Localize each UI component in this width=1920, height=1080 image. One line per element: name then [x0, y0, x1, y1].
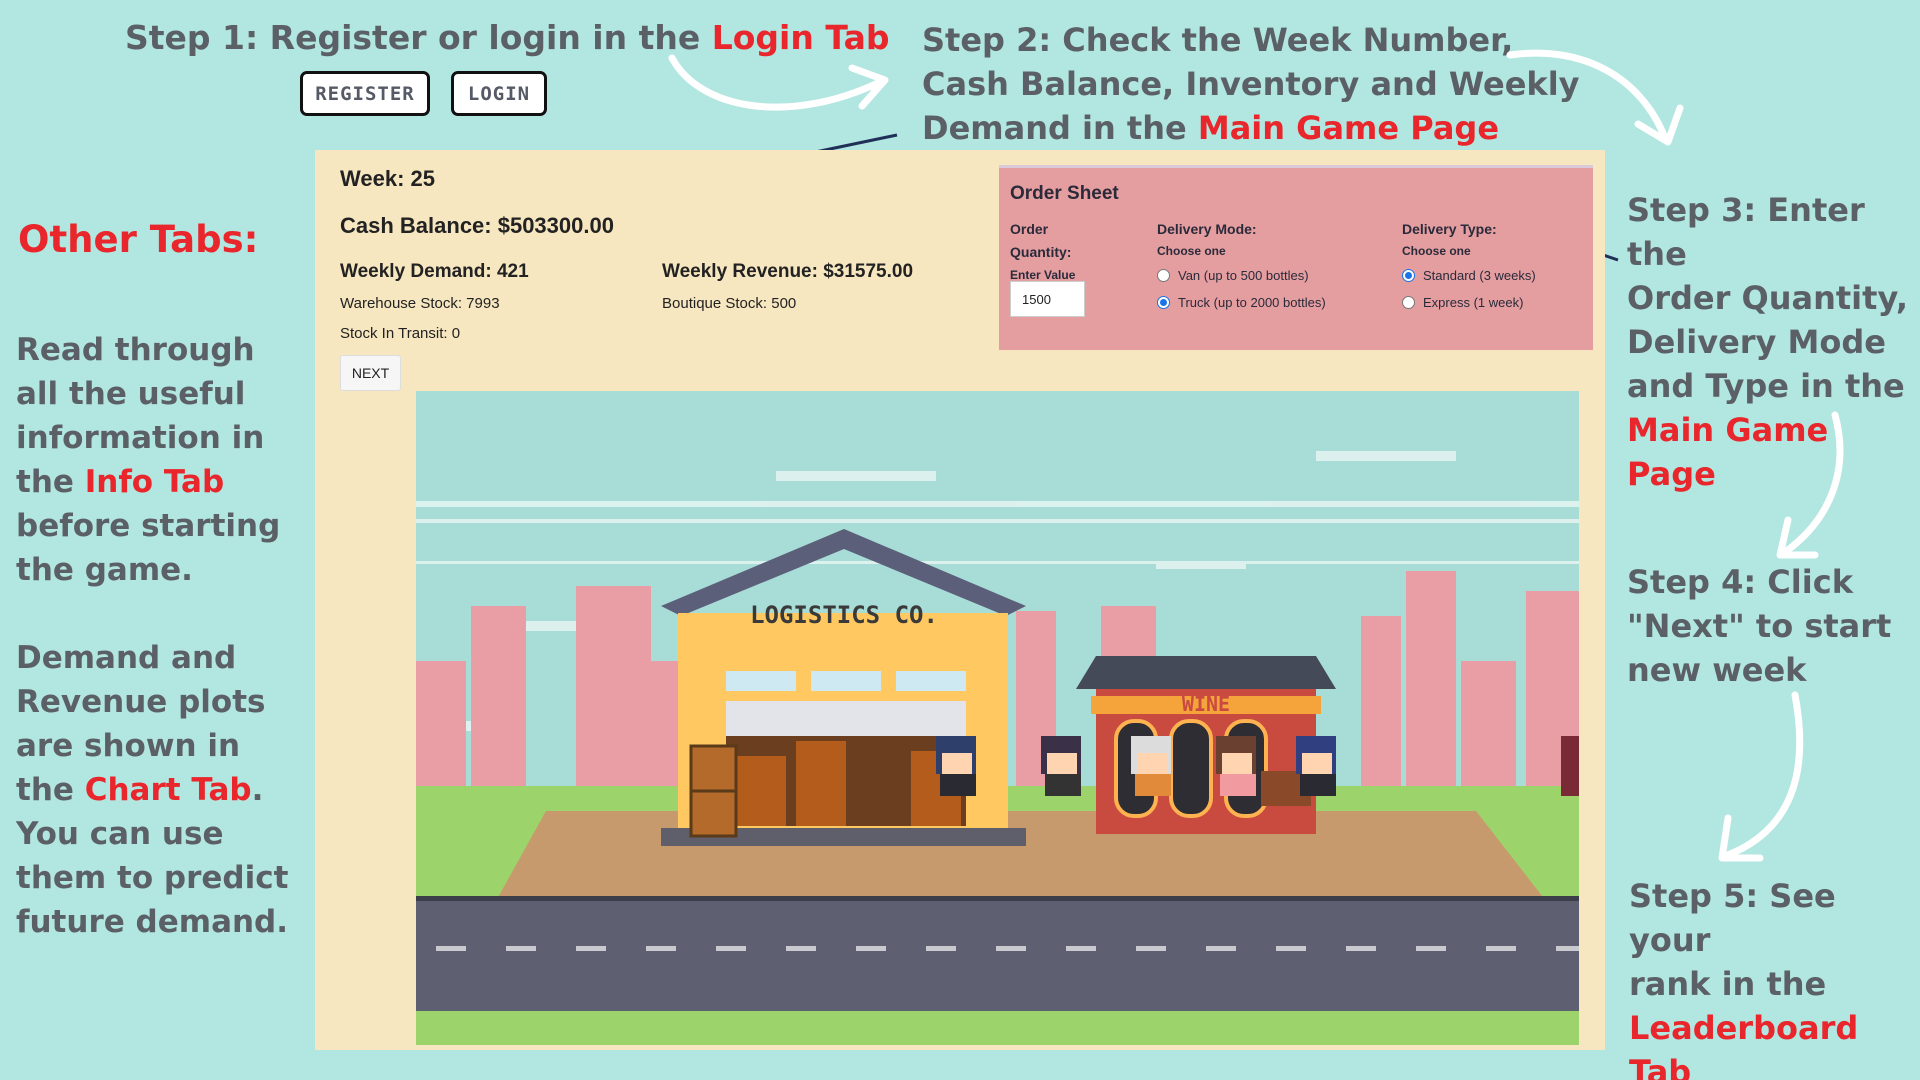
- delivery-type-express-option[interactable]: Express (1 week): [1402, 295, 1523, 310]
- step3-annotation: Step 3: Enter the Order Quantity, Delive…: [1627, 188, 1920, 496]
- step1-highlight: Login Tab: [711, 18, 890, 57]
- info-tab-paragraph: Read through all the useful information …: [16, 328, 306, 592]
- van-label: Van (up to 500 bottles): [1178, 268, 1309, 283]
- weekly-revenue: Weekly Revenue: $31575.00: [662, 261, 914, 282]
- step2-line3: Demand in the: [922, 109, 1198, 147]
- p1-text-b: before starting the game.: [16, 508, 281, 588]
- step3-line1: Step 3: Enter the: [1627, 191, 1865, 273]
- step1-annotation: Step 1: Register or login in the Login T…: [125, 18, 890, 57]
- weekly-demand: Weekly Demand: 421: [340, 261, 529, 282]
- step4-line3: new week: [1627, 651, 1807, 689]
- truck-label: Truck (up to 2000 bottles): [1178, 295, 1326, 310]
- other-tabs-title: Other Tabs:: [18, 218, 259, 261]
- curved-arrow-step1-to-step2: [668, 54, 884, 111]
- order-quantity-hint: Enter Value: [1010, 268, 1076, 282]
- road: [416, 901, 1579, 1011]
- delivery-mode-label: Delivery Mode:: [1157, 221, 1257, 237]
- wine-sign: WINE: [1182, 692, 1230, 716]
- character-1: [936, 736, 976, 796]
- step4-annotation: Step 4: Click "Next" to start new week: [1627, 560, 1891, 692]
- step3-highlight: Main Game Page: [1627, 411, 1829, 493]
- stock-in-transit: Stock In Transit: 0: [340, 325, 461, 342]
- van-radio[interactable]: [1157, 269, 1170, 282]
- delivery-mode-truck-option[interactable]: Truck (up to 2000 bottles): [1157, 295, 1326, 310]
- chart-tab-paragraph: Demand and Revenue plots are shown in th…: [16, 636, 306, 944]
- game-scene: LOGISTICS CO. WINE: [416, 391, 1579, 1045]
- main-game-page: Week: 25 Cash Balance: $503300.00 Weekly…: [315, 150, 1605, 1050]
- chart-tab-highlight: Chart Tab: [84, 772, 252, 808]
- order-sheet: Order Sheet Order Quantity: Enter Value …: [999, 165, 1593, 350]
- delivery-mode-van-option[interactable]: Van (up to 500 bottles): [1157, 268, 1309, 283]
- delivery-type-standard-option[interactable]: Standard (3 weeks): [1402, 268, 1536, 283]
- warehouse-stock: Warehouse Stock: 7993: [340, 295, 500, 312]
- order-quantity-label-1: Order: [1010, 221, 1049, 237]
- other-tabs-description: Read through all the useful information …: [16, 328, 306, 988]
- step2-line2: Cash Balance, Inventory and Weekly: [922, 65, 1580, 103]
- dirt-plaza: [496, 811, 1546, 901]
- delivery-type-hint: Choose one: [1402, 244, 1471, 258]
- delivery-type-label: Delivery Type:: [1402, 221, 1497, 237]
- step5-highlight: Leaderboard Tab: [1629, 1009, 1859, 1080]
- curved-arrow-step4-to-step5: [1724, 691, 1804, 859]
- order-quantity-label-2: Quantity:: [1010, 244, 1072, 260]
- step5-line2: rank in the: [1629, 965, 1827, 1003]
- next-button[interactable]: NEXT: [340, 355, 401, 391]
- info-tab-highlight: Info Tab: [84, 464, 225, 500]
- character-5: [1296, 736, 1336, 796]
- warehouse-sign: LOGISTICS CO.: [750, 601, 938, 629]
- step5-line1: Step 5: See your: [1629, 877, 1836, 959]
- character-3: [1131, 736, 1171, 796]
- express-label: Express (1 week): [1423, 295, 1524, 310]
- login-button[interactable]: LOGIN: [451, 71, 547, 116]
- step2-line1: Step 2: Check the Week Number,: [922, 21, 1514, 59]
- step3-line3: Delivery Mode: [1627, 323, 1886, 361]
- truck-radio[interactable]: [1157, 296, 1170, 309]
- step1-text: Step 1: Register or login in the: [125, 18, 712, 57]
- week-number: Week: 25: [340, 166, 435, 191]
- boutique-stock: Boutique Stock: 500: [662, 295, 797, 312]
- step3-line4: and Type in the: [1627, 367, 1905, 405]
- step4-line2: "Next" to start: [1627, 607, 1892, 645]
- step5-annotation: Step 5: See your rank in the Leaderboard…: [1629, 874, 1920, 1080]
- character-2: [1041, 736, 1081, 796]
- order-quantity-input[interactable]: 1500: [1010, 281, 1085, 317]
- order-sheet-title: Order Sheet: [1010, 183, 1119, 204]
- cash-balance: Cash Balance: $503300.00: [340, 213, 614, 238]
- step3-line2: Order Quantity,: [1627, 279, 1908, 317]
- step4-line1: Step 4: Click: [1627, 563, 1853, 601]
- standard-radio[interactable]: [1402, 269, 1415, 282]
- delivery-mode-hint: Choose one: [1157, 244, 1226, 258]
- character-6: [1561, 736, 1579, 796]
- register-button[interactable]: REGISTER: [300, 71, 430, 116]
- express-radio[interactable]: [1402, 296, 1415, 309]
- step2-annotation: Step 2: Check the Week Number, Cash Bala…: [922, 18, 1580, 150]
- step2-highlight: Main Game Page: [1197, 109, 1500, 147]
- standard-label: Standard (3 weeks): [1423, 268, 1536, 283]
- character-4: [1216, 736, 1256, 796]
